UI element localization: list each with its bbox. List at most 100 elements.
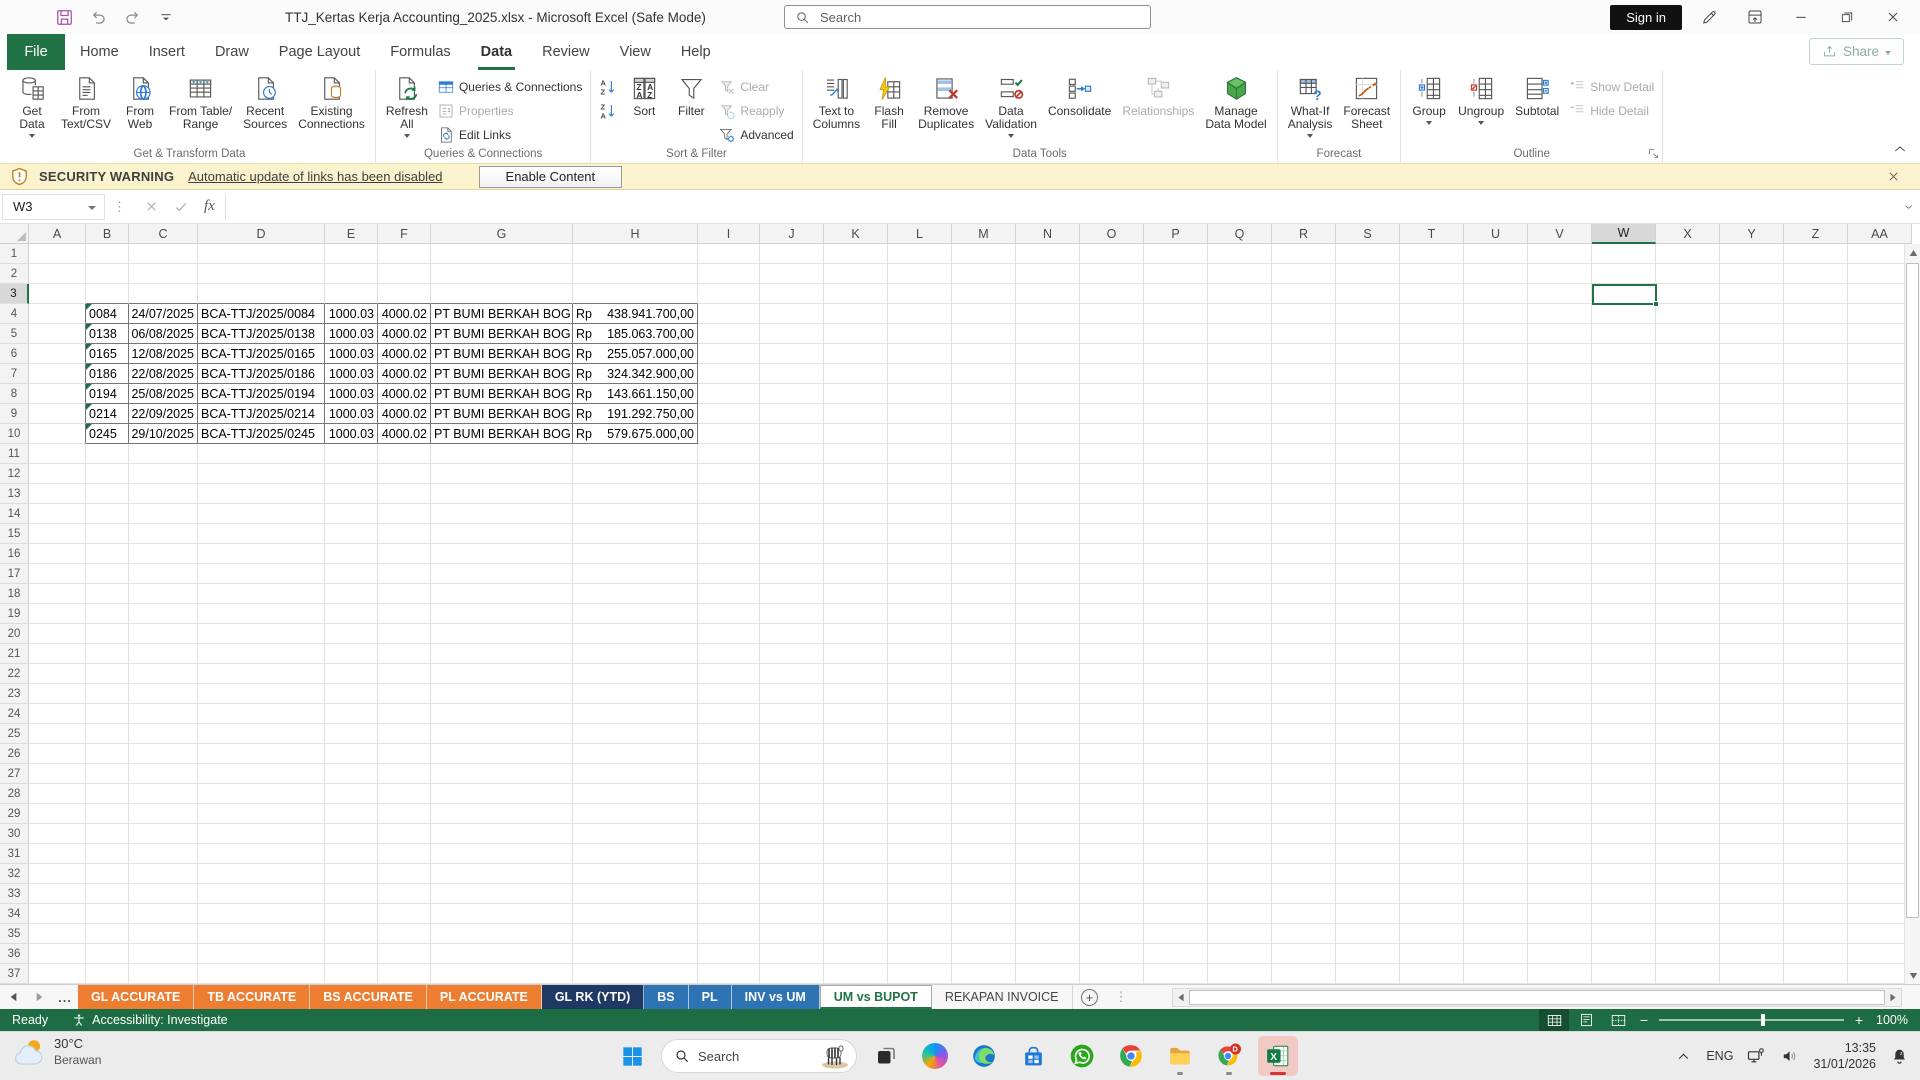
row-header-22[interactable]: 22	[0, 664, 29, 684]
cell-B35[interactable]	[86, 924, 129, 944]
cell-B29[interactable]	[86, 804, 129, 824]
cell-J1[interactable]	[760, 244, 824, 264]
select-all-corner[interactable]	[0, 224, 29, 244]
restore-button[interactable]	[1828, 2, 1866, 32]
cell-H8[interactable]: Rp143.661.150,00	[573, 384, 698, 404]
ribbon-button-recent-sources[interactable]: Recent Sources	[238, 72, 292, 144]
cell-L28[interactable]	[888, 784, 952, 804]
cell-D16[interactable]	[198, 544, 325, 564]
file-explorer-icon[interactable]	[1160, 1036, 1200, 1076]
cell-O27[interactable]	[1080, 764, 1144, 784]
cell-I19[interactable]	[698, 604, 760, 624]
cell-P35[interactable]	[1144, 924, 1208, 944]
cell-A25[interactable]	[29, 724, 86, 744]
horizontal-scrollbar[interactable]	[1172, 988, 1902, 1007]
cell-R22[interactable]	[1272, 664, 1336, 684]
cell-I27[interactable]	[698, 764, 760, 784]
cell-O26[interactable]	[1080, 744, 1144, 764]
cell-U34[interactable]	[1464, 904, 1528, 924]
cell-X3[interactable]	[1656, 284, 1720, 304]
cell-T17[interactable]	[1400, 564, 1464, 584]
ribbon-button-ungroup[interactable]: Ungroup	[1453, 72, 1509, 144]
cell-G36[interactable]	[431, 944, 573, 964]
cell-J20[interactable]	[760, 624, 824, 644]
cell-K22[interactable]	[824, 664, 888, 684]
cell-T21[interactable]	[1400, 644, 1464, 664]
cell-B37[interactable]	[86, 964, 129, 984]
cell-E4[interactable]: 1000.03	[325, 304, 378, 324]
cell-T16[interactable]	[1400, 544, 1464, 564]
cell-M13[interactable]	[952, 484, 1016, 504]
cell-A9[interactable]	[29, 404, 86, 424]
cell-I35[interactable]	[698, 924, 760, 944]
cell-E37[interactable]	[325, 964, 378, 984]
cell-P31[interactable]	[1144, 844, 1208, 864]
copilot-icon[interactable]	[915, 1036, 955, 1076]
cell-B13[interactable]	[86, 484, 129, 504]
cell-B7[interactable]: 0186	[86, 364, 129, 384]
cell-N13[interactable]	[1016, 484, 1080, 504]
ribbon-button-remove-duplicates[interactable]: Remove Duplicates	[913, 72, 979, 144]
cell-B16[interactable]	[86, 544, 129, 564]
cell-C12[interactable]	[129, 464, 198, 484]
cell-P24[interactable]	[1144, 704, 1208, 724]
row-header-11[interactable]: 11	[0, 444, 29, 464]
cell-A33[interactable]	[29, 884, 86, 904]
sheet-tab-um-vs-bupot[interactable]: UM vs BUPOT	[820, 985, 932, 1009]
cell-C7[interactable]: 22/08/2025	[129, 364, 198, 384]
cell-B10[interactable]: 0245	[86, 424, 129, 444]
cell-K9[interactable]	[824, 404, 888, 424]
cell-P2[interactable]	[1144, 264, 1208, 284]
cell-H37[interactable]	[573, 964, 698, 984]
cell-E26[interactable]	[325, 744, 378, 764]
cell-V11[interactable]	[1528, 444, 1592, 464]
cell-Z23[interactable]	[1784, 684, 1848, 704]
cell-J17[interactable]	[760, 564, 824, 584]
cell-K1[interactable]	[824, 244, 888, 264]
cell-C29[interactable]	[129, 804, 198, 824]
cell-G32[interactable]	[431, 864, 573, 884]
cell-I9[interactable]	[698, 404, 760, 424]
minimize-button[interactable]	[1782, 2, 1820, 32]
cell-D9[interactable]: BCA-TTJ/2025/0214	[198, 404, 325, 424]
row-header-17[interactable]: 17	[0, 564, 29, 584]
cell-S30[interactable]	[1336, 824, 1400, 844]
row-header-36[interactable]: 36	[0, 944, 29, 964]
cell-R11[interactable]	[1272, 444, 1336, 464]
cell-V35[interactable]	[1528, 924, 1592, 944]
cell-R2[interactable]	[1272, 264, 1336, 284]
cell-R1[interactable]	[1272, 244, 1336, 264]
cell-D12[interactable]	[198, 464, 325, 484]
cell-E33[interactable]	[325, 884, 378, 904]
cell-D28[interactable]	[198, 784, 325, 804]
whatsapp-icon[interactable]	[1062, 1036, 1102, 1076]
cell-N5[interactable]	[1016, 324, 1080, 344]
cell-N10[interactable]	[1016, 424, 1080, 444]
cell-L21[interactable]	[888, 644, 952, 664]
cell-C19[interactable]	[129, 604, 198, 624]
cell-E1[interactable]	[325, 244, 378, 264]
cell-T10[interactable]	[1400, 424, 1464, 444]
cell-C4[interactable]: 24/07/2025	[129, 304, 198, 324]
cell-P9[interactable]	[1144, 404, 1208, 424]
cell-J32[interactable]	[760, 864, 824, 884]
cell-O9[interactable]	[1080, 404, 1144, 424]
cell-P8[interactable]	[1144, 384, 1208, 404]
cell-N23[interactable]	[1016, 684, 1080, 704]
cell-M14[interactable]	[952, 504, 1016, 524]
cell-G1[interactable]	[431, 244, 573, 264]
cell-Y24[interactable]	[1720, 704, 1784, 724]
cell-L26[interactable]	[888, 744, 952, 764]
cell-L17[interactable]	[888, 564, 952, 584]
cell-P3[interactable]	[1144, 284, 1208, 304]
cell-P18[interactable]	[1144, 584, 1208, 604]
cell-B6[interactable]: 0165	[86, 344, 129, 364]
cell-P36[interactable]	[1144, 944, 1208, 964]
cell-V30[interactable]	[1528, 824, 1592, 844]
column-header-G[interactable]: G	[431, 224, 573, 244]
cell-D29[interactable]	[198, 804, 325, 824]
row-header-14[interactable]: 14	[0, 504, 29, 524]
cell-AA11[interactable]	[1848, 444, 1912, 464]
cell-U23[interactable]	[1464, 684, 1528, 704]
zoom-slider-thumb[interactable]	[1761, 1014, 1765, 1026]
